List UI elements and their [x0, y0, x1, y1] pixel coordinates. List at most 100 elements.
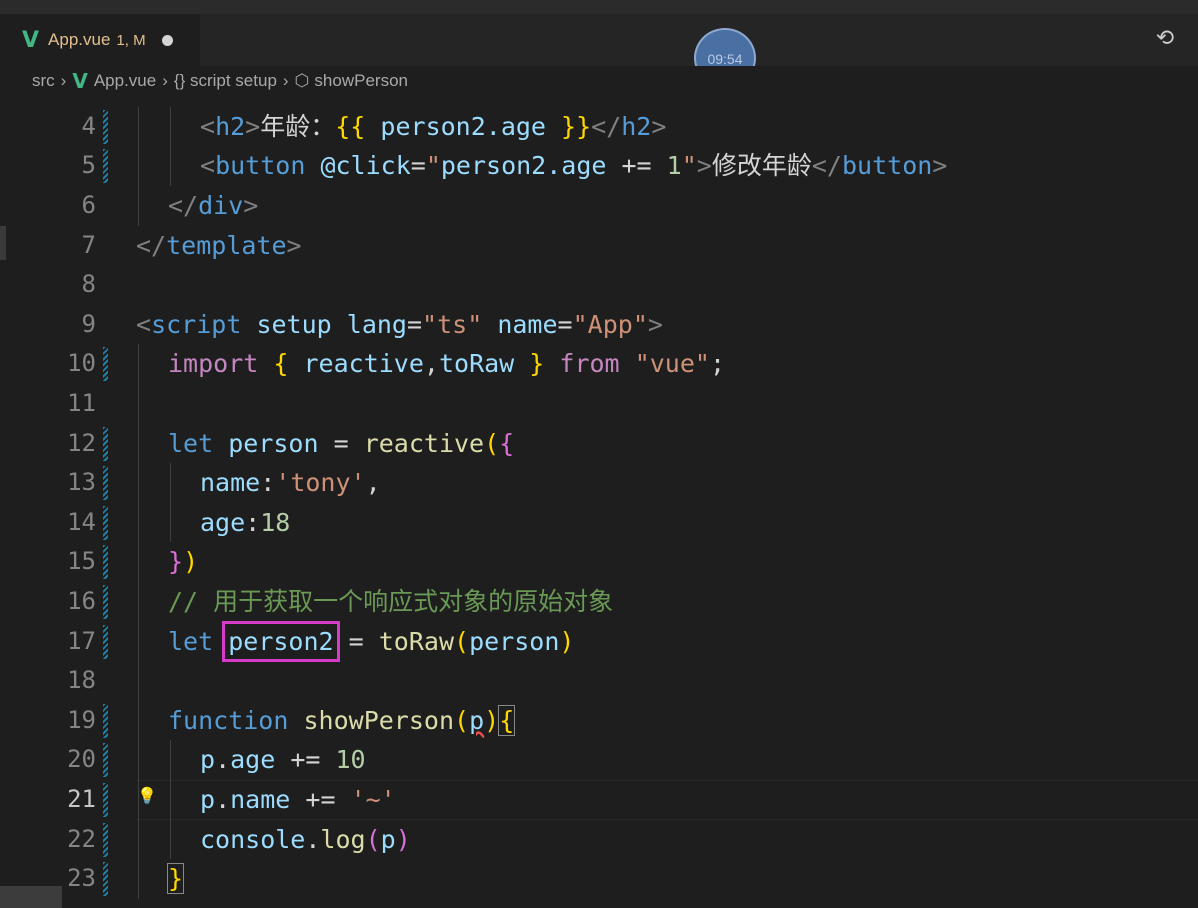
- code-line[interactable]: 7 </template>: [0, 226, 1198, 266]
- code-line[interactable]: 12 let person = reactive({: [0, 423, 1198, 464]
- code-editor[interactable]: 4 <h2>年龄：{{ person2.age }}</h2> 5 <button @…: [0, 86, 1198, 908]
- line-number: 16: [67, 587, 96, 615]
- indent-guide: [170, 146, 171, 186]
- code-line[interactable]: 22 console.log(p): [0, 819, 1198, 860]
- indent-guide: [138, 582, 139, 622]
- git-modified-marker[interactable]: [103, 822, 108, 857]
- code-text[interactable]: }: [166, 859, 185, 899]
- code-text[interactable]: import { reactive,toRaw } from "vue";: [168, 344, 725, 384]
- code-text[interactable]: <script setup lang="ts" name="App">: [136, 305, 663, 345]
- code-text[interactable]: p.age += 10: [200, 740, 366, 780]
- code-text[interactable]: let person = reactive({: [168, 424, 514, 464]
- git-modified-marker[interactable]: [103, 149, 108, 184]
- editor-tab-bar: V App.vue 1, M ⟲: [0, 14, 1198, 66]
- code-text[interactable]: age:18: [200, 503, 290, 543]
- line-number: 12: [67, 428, 96, 457]
- line-number: 4: [81, 111, 96, 140]
- code-line[interactable]: 15}): [0, 542, 1198, 582]
- indent-guide: [138, 700, 139, 741]
- line-number: 6: [81, 191, 96, 219]
- code-line[interactable]: 18: [0, 661, 1198, 701]
- code-line[interactable]: 6 </div>: [0, 186, 1198, 226]
- code-line[interactable]: 23}: [0, 859, 1198, 899]
- line-number: 21: [67, 785, 96, 813]
- code-line[interactable]: 5 <button @click="person2.age += 1">修改年龄<…: [0, 146, 1198, 186]
- indent-guide: [138, 384, 139, 424]
- line-number: 9: [81, 309, 96, 338]
- vue-file-icon: V: [22, 27, 40, 53]
- code-line[interactable]: 8: [0, 265, 1198, 305]
- code-line[interactable]: 10 import { reactive,toRaw } from "vue";: [0, 344, 1198, 384]
- git-modified-marker[interactable]: [103, 109, 108, 144]
- code-text[interactable]: name:'tony',: [200, 463, 381, 503]
- git-modified-marker[interactable]: [103, 426, 108, 461]
- code-line[interactable]: 17 let person2 = toRaw(person): [0, 620, 1198, 662]
- indent-guide: [138, 661, 139, 701]
- line-number: 17: [67, 626, 96, 655]
- line-number: 14: [67, 507, 96, 536]
- code-text[interactable]: <button @click="person2.age += 1">修改年龄</…: [200, 146, 947, 186]
- code-text[interactable]: let person2 = toRaw(person): [168, 620, 574, 662]
- indent-guide: [138, 423, 139, 464]
- code-text[interactable]: }): [168, 542, 198, 582]
- git-modified-marker[interactable]: [103, 466, 108, 501]
- line-number: 5: [81, 151, 96, 180]
- line-number: 19: [67, 705, 96, 734]
- indent-guide: [170, 740, 171, 780]
- code-line[interactable]: 14 age:18: [0, 502, 1198, 543]
- indent-guide: [138, 344, 139, 384]
- code-line[interactable]: 9 <script setup lang="ts" name="App">: [0, 305, 1198, 345]
- line-number: 13: [67, 468, 96, 497]
- indent-guide: [138, 463, 139, 503]
- indent-guide: [170, 106, 171, 147]
- code-text[interactable]: console.log(p): [200, 820, 411, 860]
- history-icon[interactable]: ⟲: [1152, 26, 1178, 52]
- code-text[interactable]: <h2>年龄：{{ person2.age }}</h2>: [200, 107, 666, 147]
- indent-guide: [138, 146, 139, 186]
- git-modified-marker[interactable]: [103, 783, 108, 817]
- git-modified-marker[interactable]: [103, 703, 108, 738]
- code-text[interactable]: </div>: [168, 186, 258, 226]
- code-text[interactable]: // 用于获取一个响应式对象的原始对象: [168, 582, 613, 622]
- code-text[interactable]: function showPerson(p){: [168, 701, 516, 741]
- code-line[interactable]: 19 function showPerson(p){: [0, 700, 1198, 741]
- code-line[interactable]: 20 p.age += 10: [0, 740, 1198, 780]
- git-modified-marker[interactable]: [103, 545, 108, 580]
- indent-guide: [138, 780, 139, 820]
- code-text[interactable]: p.name += '~': [200, 780, 396, 820]
- window-top-strip: [0, 0, 1198, 14]
- code-line[interactable]: 11: [0, 384, 1198, 424]
- line-number: 10: [67, 349, 96, 378]
- indent-guide: [170, 819, 171, 860]
- code-text[interactable]: </template>: [136, 226, 302, 266]
- git-modified-marker[interactable]: [103, 347, 108, 382]
- indent-guide: [138, 106, 139, 147]
- tab-app-vue[interactable]: V App.vue 1, M: [0, 14, 200, 66]
- line-number: 15: [67, 547, 96, 576]
- git-modified-marker[interactable]: [103, 624, 108, 659]
- unsaved-dot-icon[interactable]: [161, 34, 173, 46]
- code-line[interactable]: 13 name:'tony',: [0, 463, 1198, 503]
- tab-label: App.vue: [48, 30, 111, 49]
- line-number: 8: [81, 270, 96, 299]
- line-number: 18: [67, 666, 96, 695]
- line-number: 20: [67, 745, 96, 774]
- code-line[interactable]: 💡 21 p.name += '~': [0, 780, 1198, 820]
- code-line[interactable]: 4 <h2>年龄：{{ person2.age }}</h2>: [0, 106, 1198, 147]
- indent-guide: [138, 186, 139, 226]
- code-line[interactable]: 16 // 用于获取一个响应式对象的原始对象: [0, 582, 1198, 622]
- indent-guide: [138, 859, 139, 899]
- indent-guide: [138, 740, 139, 780]
- lightbulb-icon[interactable]: 💡: [137, 786, 157, 808]
- git-modified-marker[interactable]: [103, 743, 108, 778]
- git-modified-marker[interactable]: [103, 585, 108, 619]
- git-modified-marker[interactable]: [103, 862, 108, 897]
- indent-guide: [138, 542, 139, 582]
- status-corner: [0, 886, 62, 908]
- indent-guide: [138, 621, 139, 662]
- indent-guide: [138, 819, 139, 860]
- indent-guide: [138, 502, 139, 543]
- line-number: 7: [81, 230, 96, 259]
- git-modified-marker[interactable]: [103, 505, 108, 540]
- indent-guide: [170, 780, 171, 820]
